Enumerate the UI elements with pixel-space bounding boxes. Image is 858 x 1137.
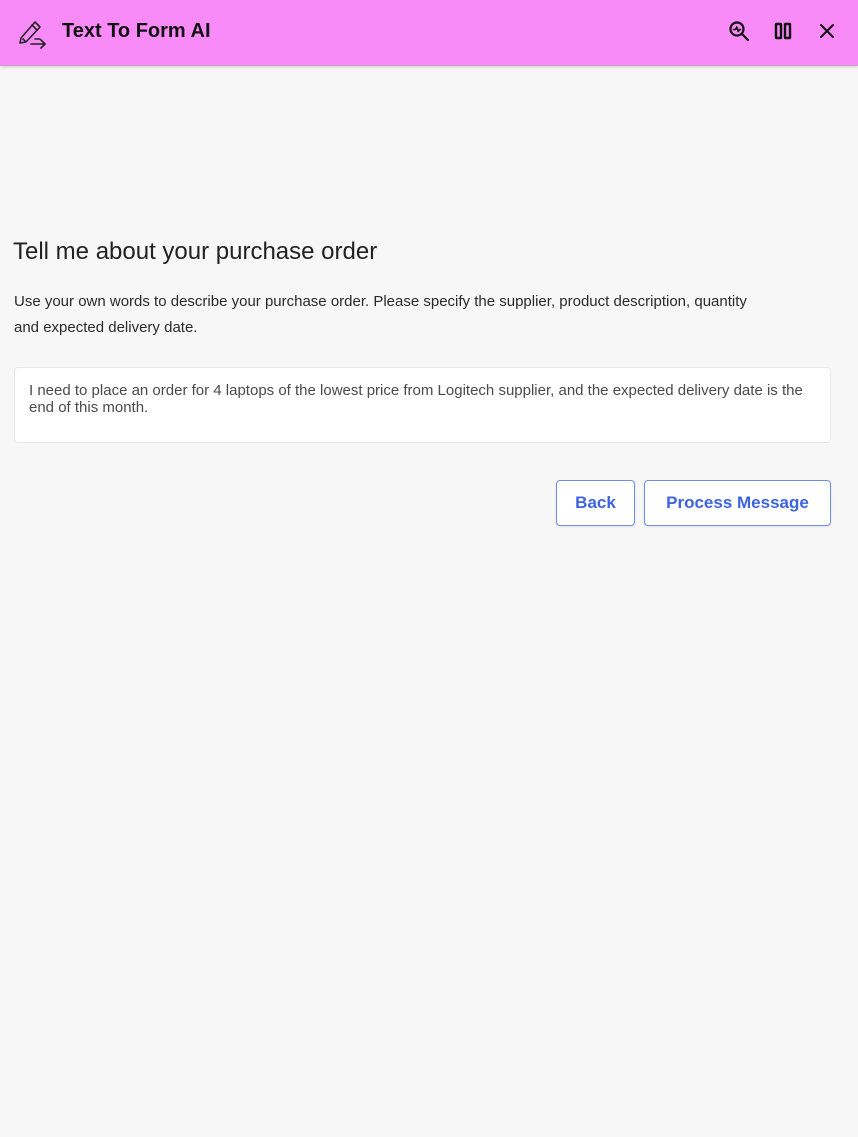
action-buttons: Back Process Message [14,480,831,526]
header-actions [722,15,844,49]
app-window: Text To Form AI Tell me about your purch… [0,0,858,1137]
close-button[interactable] [810,15,844,49]
process-message-button[interactable]: Process Message [644,480,831,526]
search-button[interactable] [722,15,756,49]
page-title: Tell me about your purchase order [13,238,378,265]
main-content: Tell me about your purchase order Use yo… [13,232,831,526]
app-title: Text To Form AI [62,20,211,42]
close-icon [817,21,837,44]
search-icon [727,19,751,46]
columns-button[interactable] [766,15,800,49]
columns-icon [772,20,794,45]
message-input[interactable]: I need to place an order for 4 laptops o… [14,367,831,443]
instructions-text: Use your own words to describe your purc… [14,293,747,336]
pencil-arrow-icon [12,13,50,51]
app-header: Text To Form AI [0,0,858,66]
back-button[interactable]: Back [556,480,635,526]
